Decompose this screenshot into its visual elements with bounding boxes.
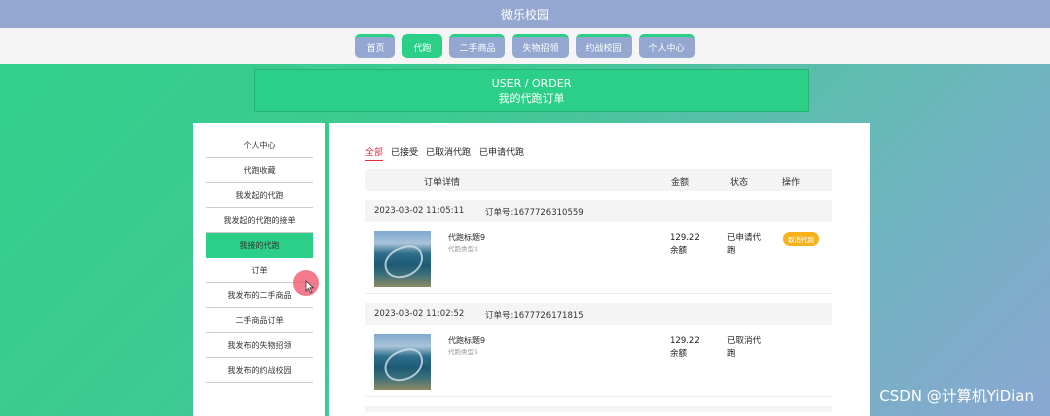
banner-subtitle: USER / ORDER [491, 76, 572, 90]
top-navigation: 首页 代跑 二手商品 失物招领 约战校园 个人中心 [0, 28, 1050, 64]
page-banner: USER / ORDER 我的代跑订单 [254, 69, 809, 112]
filter-accepted[interactable]: 已接受 [391, 145, 418, 161]
filter-applied[interactable]: 已申请代跑 [479, 145, 524, 161]
sidebar-item-errand-favorites[interactable]: 代跑收藏 [206, 158, 313, 183]
order-card-body: 代跑标题9 代跑类型1 129.22 余额 已取消代跑 [365, 325, 832, 397]
app-title: 微乐校园 [500, 7, 549, 22]
order-filter-tabs: 全部 已接受 已取消代跑 已申请代跑 [365, 145, 870, 161]
order-card-body: 代跑标题9 代跑类型1 129.22 余额 已申请代跑 取消代跑 [365, 222, 832, 294]
order-time: 2023-03-02 11:05:11 [374, 206, 465, 216]
sidebar-item-accepted-errands[interactable]: 我接的代跑 [206, 233, 313, 258]
nav-tab-profile[interactable]: 个人中心 [638, 34, 695, 58]
order-amount: 129.22 余额 [670, 232, 700, 258]
order-table-header: 订单详情 金额 状态 操作 [365, 169, 832, 191]
order-panel: 全部 已接受 已取消代跑 已申请代跑 订单详情 金额 状态 操作 2023-03… [329, 123, 870, 416]
sidebar-item-my-lost-found[interactable]: 我发布的失物招领 [206, 333, 313, 358]
order-amount: 129.22 余额 [670, 335, 700, 361]
header-status: 状态 [730, 178, 749, 188]
sidebar-item-profile[interactable]: 个人中心 [206, 133, 313, 158]
order-payment-method: 余额 [670, 349, 688, 359]
order-status: 已申请代跑 [727, 233, 762, 256]
mouse-cursor-icon [305, 280, 315, 294]
cancel-errand-button[interactable]: 取消代跑 [783, 232, 819, 246]
filter-cancelled[interactable]: 已取消代跑 [426, 145, 471, 161]
order-type: 代跑类型1 [448, 245, 479, 253]
order-card: 2023-03-02 11:05:11 订单号:1677726310559 代跑… [365, 200, 832, 294]
sidebar-item-secondhand-orders[interactable]: 二手商品订单 [206, 308, 313, 333]
header-action: 操作 [782, 178, 801, 188]
order-number: 订单号:1677726171815 [485, 311, 584, 321]
nav-tab-errand[interactable]: 代跑 [402, 34, 443, 58]
order-card-header: 2023-03-02 11:05:11 订单号:1677726310559 [365, 200, 832, 222]
order-card-header [365, 406, 832, 412]
filter-all[interactable]: 全部 [365, 145, 384, 161]
app-title-bar: 微乐校园 [0, 0, 1050, 28]
order-card-header: 2023-03-02 11:02:52 订单号:1677726171815 [365, 303, 832, 325]
order-thumbnail[interactable] [374, 231, 431, 287]
nav-tab-secondhand[interactable]: 二手商品 [449, 34, 506, 58]
header-order-detail: 订单详情 [424, 178, 461, 188]
nav-tab-lost-found[interactable]: 失物招领 [512, 34, 569, 58]
order-title[interactable]: 代跑标题9 [448, 232, 485, 243]
page-title: 我的代跑订单 [498, 91, 565, 105]
nav-tab-home[interactable]: 首页 [355, 34, 396, 58]
order-time: 2023-03-02 11:02:52 [374, 309, 465, 319]
order-thumbnail[interactable] [374, 334, 431, 390]
watermark: CSDN @计算机YiDian [879, 387, 1034, 405]
order-payment-method: 余额 [670, 246, 688, 256]
sidebar-item-my-errands[interactable]: 我发起的代跑 [206, 183, 313, 208]
nav-tab-campus-match[interactable]: 约战校园 [575, 34, 632, 58]
order-type: 代跑类型1 [448, 348, 479, 356]
order-number: 订单号:1677726310559 [485, 208, 584, 218]
sidebar-item-my-errand-accepts[interactable]: 我发起的代跑的接单 [206, 208, 313, 233]
order-amount-value: 129.22 [670, 233, 700, 243]
sidebar-item-my-campus-match[interactable]: 我发布的约战校园 [206, 358, 313, 383]
order-title[interactable]: 代跑标题9 [448, 335, 485, 346]
order-amount-value: 129.22 [670, 336, 700, 346]
header-amount: 金额 [671, 178, 690, 188]
order-status: 已取消代跑 [727, 336, 762, 359]
order-card: 2023-03-02 11:02:52 订单号:1677726171815 代跑… [365, 303, 832, 397]
